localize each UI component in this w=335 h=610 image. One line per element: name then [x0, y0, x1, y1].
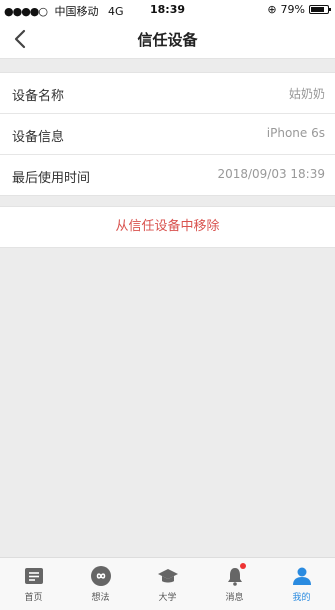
unread-dot	[239, 563, 246, 569]
tab-home[interactable]: 首页	[0, 558, 67, 610]
tab-label: 首页	[24, 593, 43, 603]
tab-messages[interactable]: 消息	[201, 558, 268, 610]
orientation-lock-icon: ⊕	[267, 3, 277, 16]
row-label: 设备名称	[12, 89, 65, 104]
battery-percent: 79%	[280, 3, 305, 16]
status-right: ⊕ 79%	[267, 3, 331, 16]
tab-me[interactable]: 我的	[268, 558, 335, 610]
page-title: 信任设备	[137, 31, 198, 49]
person-icon	[292, 567, 311, 585]
remove-trusted-device-button[interactable]: 从信任设备中移除	[0, 206, 335, 248]
home-doc-icon	[24, 568, 43, 584]
battery-fill	[311, 7, 324, 12]
battery-icon	[309, 5, 331, 14]
tab-label: 消息	[225, 593, 244, 603]
tab-ideas[interactable]: 想法	[67, 558, 134, 610]
tab-university[interactable]: 大学	[134, 558, 201, 610]
row-value: 2018/09/03 18:39	[217, 167, 325, 181]
row-value: 姑奶奶	[288, 87, 325, 101]
device-info-row: 设备信息 iPhone 6s	[0, 114, 335, 155]
tab-label: 想法	[91, 593, 110, 603]
tab-bar: 首页 想法 大学 消息 我的	[0, 557, 335, 610]
device-name-row: 设备名称 姑奶奶	[0, 73, 335, 114]
row-label: 最后使用时间	[12, 171, 91, 186]
nav-bar: 信任设备	[0, 20, 335, 59]
infinity-icon	[90, 566, 111, 586]
tab-label: 我的	[292, 593, 311, 603]
row-value: iPhone 6s	[266, 126, 325, 140]
last-used-row: 最后使用时间 2018/09/03 18:39	[0, 155, 335, 195]
device-info-group: 设备名称 姑奶奶 设备信息 iPhone 6s 最后使用时间 2018/09/0…	[0, 72, 335, 196]
graduation-cap-icon	[157, 569, 178, 583]
row-label: 设备信息	[12, 130, 65, 145]
status-bar: ●●●●○ 中国移动 4G 18:39 ⊕ 79%	[0, 0, 335, 20]
tab-label: 大学	[158, 593, 177, 603]
